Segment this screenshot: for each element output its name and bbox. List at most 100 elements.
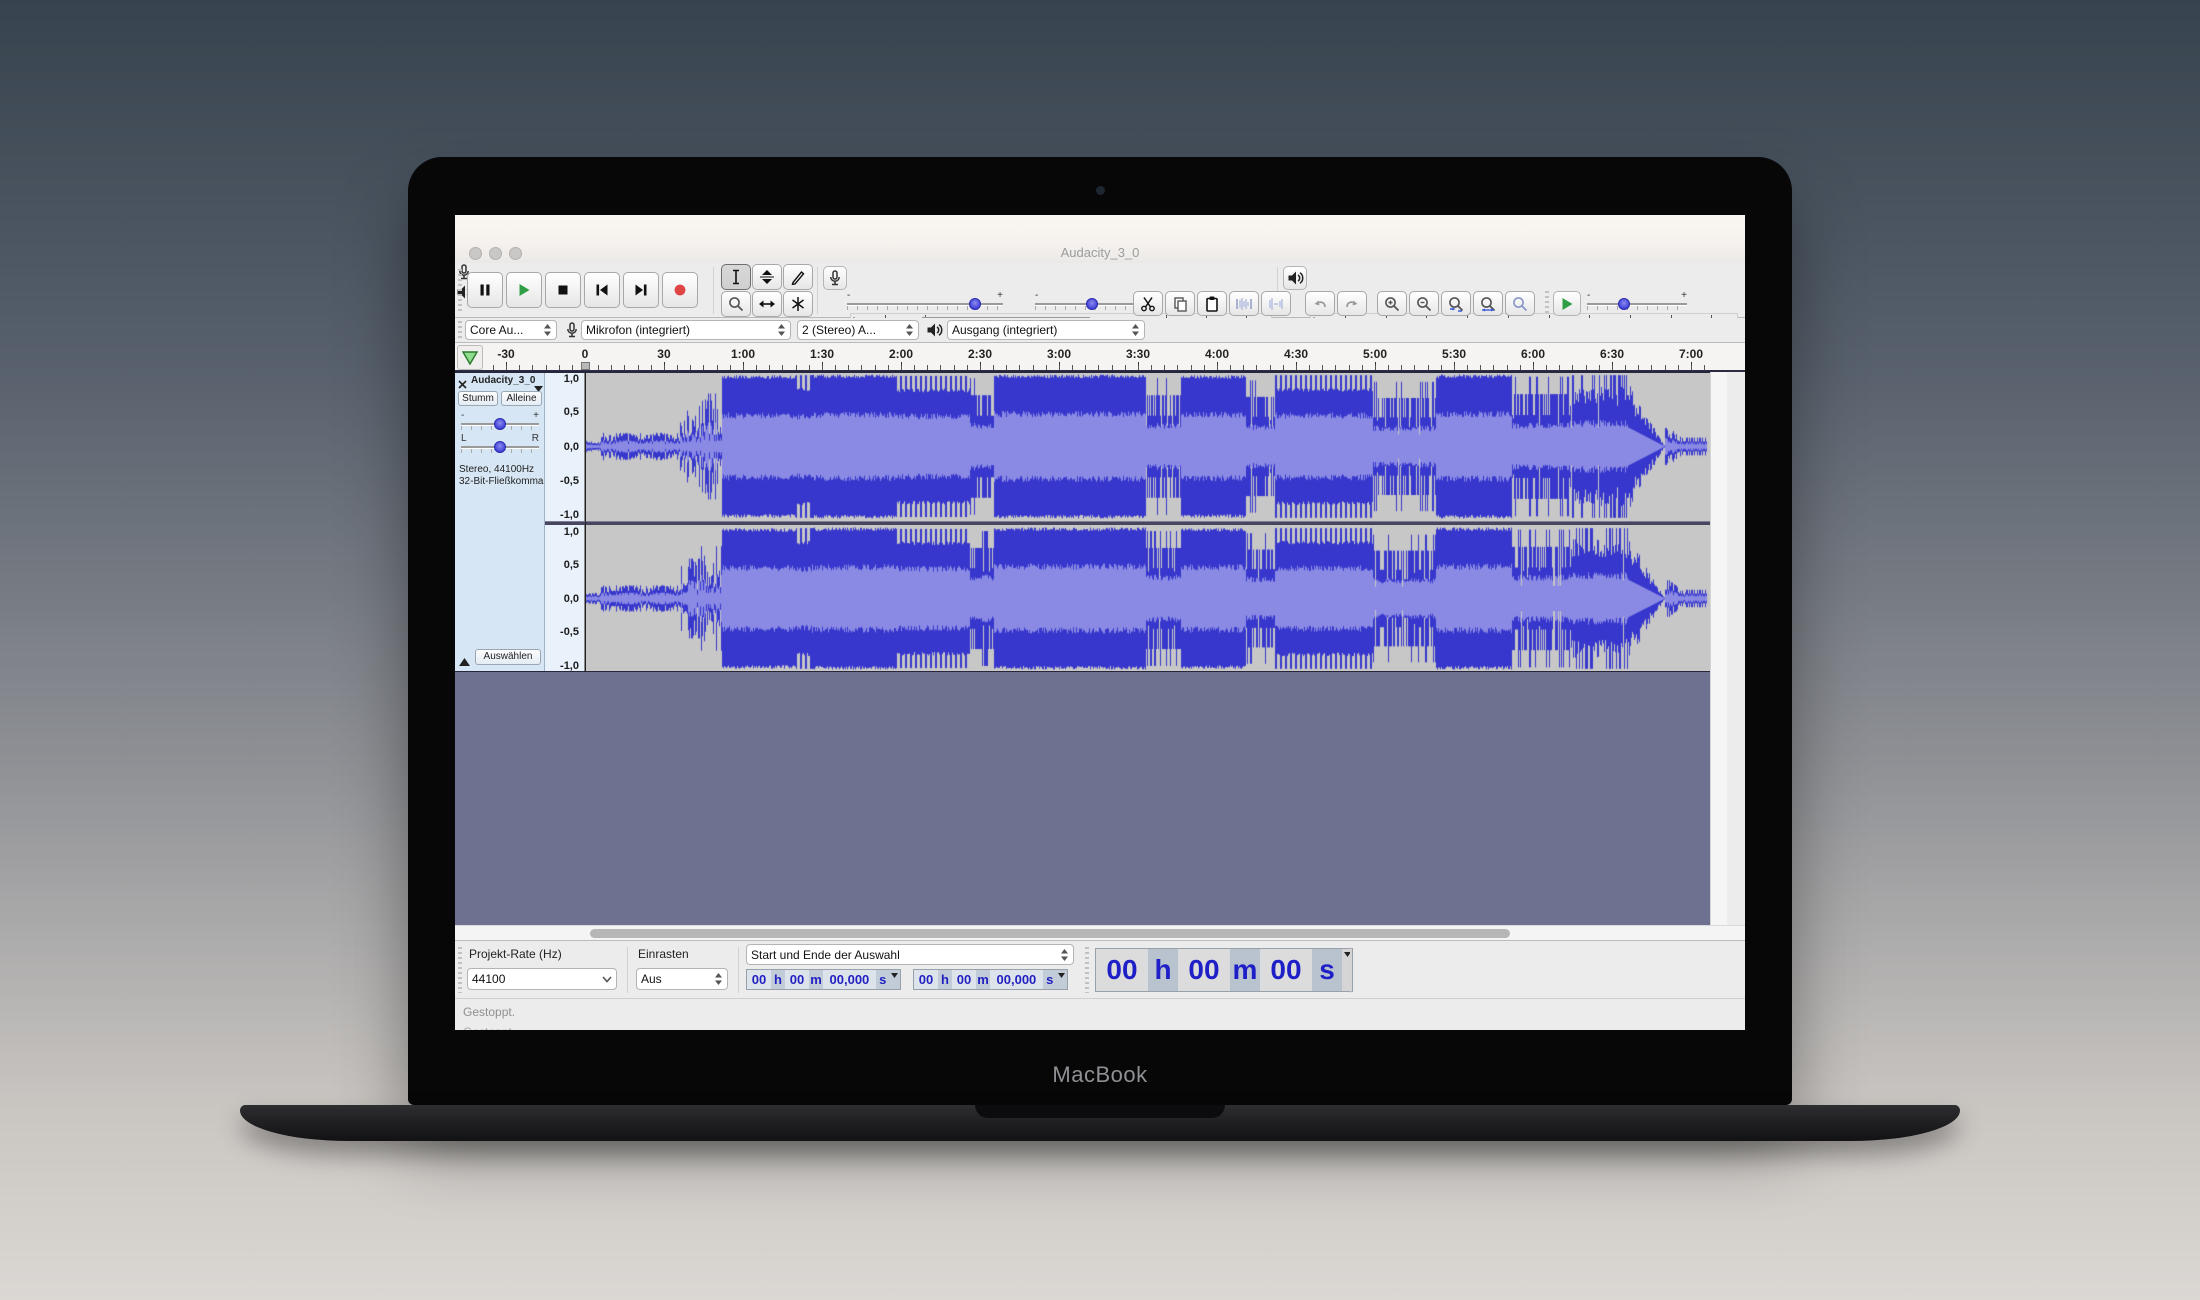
solo-button[interactable]: Alleine <box>501 391 542 406</box>
playback-device-select[interactable]: Ausgang (integriert) <box>947 320 1145 340</box>
undo-button[interactable] <box>1305 291 1335 316</box>
zoom-in-icon <box>1383 295 1401 313</box>
separator <box>738 947 739 993</box>
zoom-in-button[interactable] <box>1377 291 1407 316</box>
time-digits[interactable]: 00 <box>1178 949 1230 991</box>
play-speed-slider-thumb[interactable] <box>1618 298 1630 310</box>
toolbar-grip[interactable] <box>1545 291 1549 316</box>
skip-end-button[interactable] <box>623 272 659 308</box>
ruler-minor-tick <box>1665 365 1666 370</box>
waveform-left-channel[interactable] <box>585 372 1710 521</box>
playhead-grab-handle[interactable] <box>581 362 590 370</box>
selection-tool-button[interactable] <box>721 264 751 290</box>
snap-select[interactable]: Aus <box>636 968 728 990</box>
zoom-toggle-icon <box>1511 295 1529 313</box>
ruler-minor-tick <box>546 365 547 370</box>
zoom-selection-button[interactable] <box>1441 291 1471 316</box>
recording-volume-slider[interactable]: -+ <box>847 293 1003 315</box>
zoom-tool-button[interactable] <box>721 291 751 317</box>
redo-icon <box>1343 295 1361 313</box>
recording-meter-button[interactable] <box>823 266 847 290</box>
project-rate-label: Projekt-Rate (Hz) <box>469 947 562 961</box>
timeshift-tool-button[interactable] <box>752 291 782 317</box>
track-select-button[interactable]: Auswählen <box>475 649 541 665</box>
zoom-fit-button[interactable] <box>1473 291 1503 316</box>
draw-tool-button[interactable] <box>783 264 813 290</box>
zoom-toggle-button[interactable] <box>1505 291 1535 316</box>
time-digits[interactable]: 00,000 <box>823 970 876 989</box>
timeline-options-button[interactable] <box>457 345 483 370</box>
ruler-minor-tick <box>677 365 678 370</box>
recording-device-select[interactable]: Mikrofon (integriert) <box>581 320 791 340</box>
play-button[interactable] <box>506 272 542 308</box>
laptop-base-notch <box>975 1105 1225 1118</box>
time-digits[interactable]: 00 <box>1260 949 1312 991</box>
play-speed-slider[interactable]: -+ <box>1587 293 1687 315</box>
stop-button[interactable] <box>545 272 581 308</box>
ruler-minor-tick <box>848 365 849 370</box>
vertical-scrollbar[interactable] <box>1710 372 1727 925</box>
skip-start-button[interactable] <box>584 272 620 308</box>
gain-slider[interactable]: - + <box>461 413 539 435</box>
time-digits[interactable]: 00 <box>1096 949 1148 991</box>
amplitude-scale-label: -0,5 <box>560 626 579 638</box>
timeline-ruler[interactable]: -300301:001:302:002:303:003:304:004:305:… <box>455 343 1745 372</box>
updown-chevron-icon <box>905 323 914 337</box>
time-unit-label: s <box>1312 949 1342 991</box>
ruler-minor-tick <box>690 365 691 370</box>
ruler-minor-tick <box>1033 365 1034 370</box>
copy-button[interactable] <box>1165 291 1195 316</box>
horizontal-scrollbar[interactable] <box>455 925 1745 940</box>
ruler-minor-tick <box>1335 365 1336 370</box>
down-chevron-icon <box>602 976 612 983</box>
cut-button[interactable] <box>1133 291 1163 316</box>
time-digits[interactable]: 00,000 <box>990 970 1043 989</box>
pan-slider[interactable]: L R <box>461 436 539 458</box>
track-area: Audacity_3_0 Stumm Alleine - + L R <box>455 372 1745 672</box>
trim-button[interactable] <box>1229 291 1259 316</box>
time-format-dropdown[interactable] <box>1057 970 1067 989</box>
zoom-out-button[interactable] <box>1409 291 1439 316</box>
waveform-right-channel[interactable] <box>585 525 1710 672</box>
selection-end-field[interactable]: 00h00m00,000s <box>913 969 1068 990</box>
audio-position-field[interactable]: 00h00m00s <box>1095 948 1353 992</box>
envelope-tool-button[interactable] <box>752 264 782 290</box>
selection-toolbar: Projekt-Rate (Hz) 44100 Einrasten Aus St… <box>455 940 1745 998</box>
silence-button[interactable] <box>1261 291 1291 316</box>
pan-slider-thumb[interactable] <box>494 441 506 453</box>
separator <box>713 267 714 314</box>
paste-button[interactable] <box>1197 291 1227 316</box>
horizontal-scrollbar-thumb[interactable] <box>590 929 1510 938</box>
selection-mode-select[interactable]: Start und Ende der Auswahl <box>746 944 1074 965</box>
time-digits[interactable]: 00 <box>914 970 938 989</box>
redo-button[interactable] <box>1337 291 1367 316</box>
ruler-label: 7:00 <box>1679 347 1703 361</box>
audio-host-select[interactable]: Core Au... <box>465 320 557 340</box>
recording-channels-select[interactable]: 2 (Stereo) A... <box>797 320 919 340</box>
time-format-dropdown[interactable] <box>890 970 900 989</box>
ruler-minor-tick <box>1388 365 1389 370</box>
time-digits[interactable]: 00 <box>785 970 809 989</box>
zoom-icon <box>727 295 745 313</box>
ruler-minor-tick <box>954 365 955 370</box>
time-digits[interactable]: 00 <box>747 970 771 989</box>
toolbar-grip[interactable] <box>458 321 462 340</box>
playback-meter-button[interactable] <box>1283 266 1307 290</box>
track-name[interactable]: Audacity_3_0 <box>471 375 535 386</box>
project-rate-select[interactable]: 44100 <box>467 968 617 990</box>
selection-start-field[interactable]: 00h00m00,000s <box>746 969 901 990</box>
pause-button[interactable] <box>467 272 503 308</box>
multi-tool-button[interactable] <box>783 291 813 317</box>
play-at-speed-button[interactable] <box>1553 291 1581 316</box>
toolbar-grip[interactable] <box>1085 947 1089 993</box>
time-digits[interactable]: 00 <box>952 970 976 989</box>
ruler-minor-tick <box>940 365 941 370</box>
ruler-minor-tick <box>875 365 876 370</box>
ruler-minor-tick <box>1098 365 1099 370</box>
mute-button[interactable]: Stumm <box>458 391 498 406</box>
toolbar-grip[interactable] <box>458 269 462 312</box>
record-button[interactable] <box>662 272 698 308</box>
gain-slider-thumb[interactable] <box>494 418 506 430</box>
collapse-track-button[interactable] <box>459 653 470 671</box>
toolbar-grip[interactable] <box>458 947 462 993</box>
